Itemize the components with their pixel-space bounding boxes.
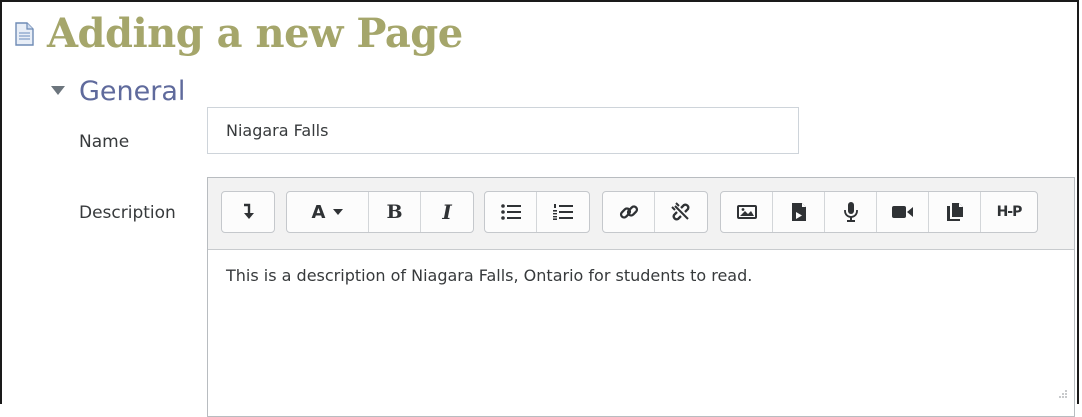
unordered-list-icon xyxy=(500,204,521,220)
page-title: Adding a new Page xyxy=(47,10,463,57)
description-content[interactable]: This is a description of Niagara Falls, … xyxy=(208,250,1074,416)
toolbar-group-lists xyxy=(484,191,590,233)
editor-toolbar: A B I H-P xyxy=(208,178,1074,250)
description-label: Description xyxy=(79,203,176,223)
unlink-icon xyxy=(671,202,690,221)
link-button[interactable] xyxy=(603,192,655,232)
image-icon xyxy=(736,205,757,219)
media-icon xyxy=(791,203,806,221)
manage-files-icon xyxy=(946,203,963,221)
collapse-icon xyxy=(244,203,254,219)
page-icon xyxy=(15,22,34,46)
resize-handle-icon[interactable] xyxy=(1056,387,1068,399)
microphone-icon xyxy=(843,202,858,222)
name-input[interactable] xyxy=(207,107,799,154)
insert-h5p-button[interactable]: H-P xyxy=(981,192,1037,232)
toolbar-group-collapse xyxy=(221,191,275,233)
name-label: Name xyxy=(79,132,130,152)
video-icon xyxy=(891,206,913,218)
record-audio-button[interactable] xyxy=(825,192,877,232)
italic-button[interactable]: I xyxy=(421,192,473,232)
description-editor: A B I H-P This is a description of Niaga… xyxy=(207,177,1075,417)
toolbar-group-text: A B I xyxy=(286,191,474,233)
h5p-icon: H-P xyxy=(996,204,1023,220)
unordered-list-button[interactable] xyxy=(485,192,537,232)
section-title-general[interactable]: General xyxy=(79,72,185,112)
font-color-icon: A xyxy=(311,201,326,223)
bold-icon: B xyxy=(386,201,403,223)
ordered-list-icon xyxy=(553,204,573,220)
italic-icon: I xyxy=(442,200,452,224)
ordered-list-button[interactable] xyxy=(537,192,589,232)
link-icon xyxy=(619,205,638,219)
toolbar-group-links xyxy=(602,191,708,233)
record-video-button[interactable] xyxy=(877,192,929,232)
font-color-button[interactable]: A xyxy=(287,192,369,232)
description-text: This is a description of Niagara Falls, … xyxy=(226,266,753,285)
manage-files-button[interactable] xyxy=(929,192,981,232)
unlink-button[interactable] xyxy=(655,192,707,232)
bold-button[interactable]: B xyxy=(369,192,421,232)
collapse-section-icon[interactable] xyxy=(50,84,66,96)
insert-media-button[interactable] xyxy=(773,192,825,232)
chevron-down-icon xyxy=(333,209,344,215)
insert-image-button[interactable] xyxy=(721,192,773,232)
toolbar-group-media: H-P xyxy=(720,191,1038,233)
show-more-buttons-button[interactable] xyxy=(222,192,274,232)
